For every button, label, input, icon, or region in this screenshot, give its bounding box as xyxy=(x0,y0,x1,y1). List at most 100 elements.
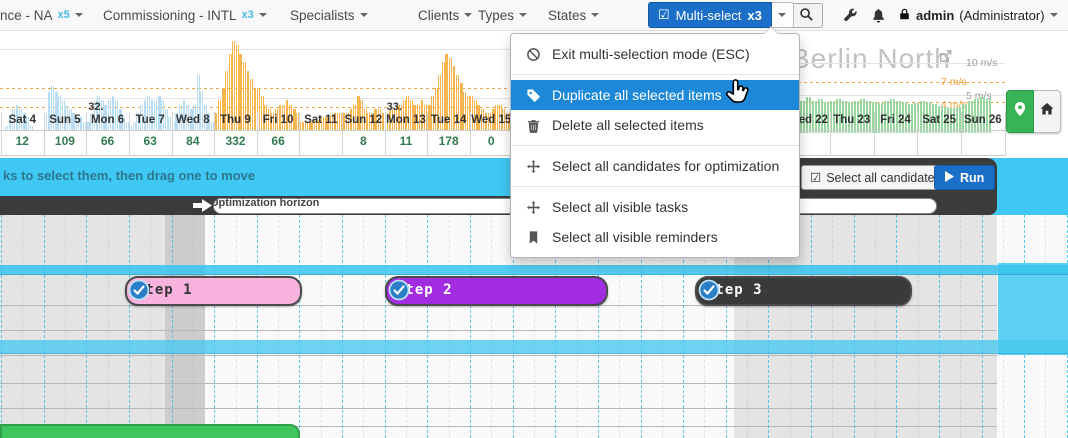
date-label: Mon 6 xyxy=(86,114,129,126)
nav-item-label: Specialists xyxy=(290,8,355,23)
tag-icon xyxy=(526,87,542,103)
day-count: 66 xyxy=(86,134,129,148)
trash-icon xyxy=(526,117,542,133)
week-number: 33. xyxy=(387,101,402,113)
share-icon[interactable] xyxy=(938,49,953,69)
task-bar[interactable]: Step 2 xyxy=(385,276,608,306)
user-name: admin xyxy=(916,8,954,23)
bell-icon[interactable] xyxy=(871,8,886,28)
date-label: Sat 25 xyxy=(917,114,961,126)
wrench-icon[interactable] xyxy=(843,8,858,28)
map-pin-button[interactable] xyxy=(1006,90,1034,133)
grid-vline-day xyxy=(129,215,130,438)
chevron-down-icon xyxy=(778,13,786,17)
date-label: Tue 14 xyxy=(427,114,470,126)
grid-vline-day xyxy=(982,215,983,438)
date-label: Sun 26 xyxy=(961,114,1005,126)
grid-vline-half xyxy=(22,215,23,438)
cell-border xyxy=(214,112,215,156)
menu-item-label: Delete all selected items xyxy=(552,117,704,133)
cell-border xyxy=(1,112,2,156)
past-region xyxy=(0,215,165,438)
menu-item[interactable]: Delete all selected items xyxy=(511,110,799,140)
date-label: Fri 10 xyxy=(257,114,300,126)
chevron-down-icon xyxy=(519,13,527,17)
cell-border xyxy=(427,112,428,156)
task-bar[interactable]: Step 3 xyxy=(695,276,912,306)
date-label: Sun 12 xyxy=(342,114,385,126)
nav-item-states[interactable]: States xyxy=(548,0,599,30)
map-pin-icon xyxy=(1012,101,1028,122)
divider xyxy=(786,130,1005,131)
menu-item[interactable]: Select all visible reminders xyxy=(511,222,799,252)
multi-select-count: x3 xyxy=(747,8,761,23)
task-bar[interactable]: Step 1 xyxy=(125,276,302,306)
day-count: 109 xyxy=(44,134,87,148)
multi-select-button[interactable]: ☑ Multi-select x3 xyxy=(648,2,772,28)
menu-item[interactable]: Exit multi-selection mode (ESC) xyxy=(511,39,799,69)
run-button[interactable]: Run xyxy=(934,165,995,190)
user-menu[interactable]: admin (Administrator) xyxy=(898,0,1058,30)
user-role: (Administrator) xyxy=(959,8,1044,23)
grid-vline-half xyxy=(875,215,876,438)
date-label: Sat 4 xyxy=(1,114,44,126)
nav-item-commissioning-intl[interactable]: Commissioning - INTLx3 xyxy=(103,0,267,30)
grid-vline-half xyxy=(193,215,194,438)
day-count: 12 xyxy=(1,134,44,148)
grid-vline-day xyxy=(854,215,855,438)
grid-vline-half xyxy=(363,215,364,438)
divider xyxy=(0,155,511,156)
optimization-horizon-label: Optimization horizon xyxy=(210,197,319,209)
nav-item-specialists[interactable]: Specialists xyxy=(290,0,368,30)
grid-vline-half xyxy=(832,215,833,438)
nav-item-maintenance-na[interactable]: nce - NA x5 xyxy=(0,0,83,30)
selected-check-badge xyxy=(128,279,150,306)
task-bar-green[interactable] xyxy=(0,424,300,438)
chevron-down-icon xyxy=(591,13,599,17)
grid-vline-day xyxy=(342,215,343,438)
date-label: Fri 24 xyxy=(874,114,918,126)
grid-vline-day xyxy=(470,215,471,438)
nav-item-clients[interactable]: Clients xyxy=(418,0,472,30)
date-label: Wed 15 xyxy=(470,114,513,126)
grid-vline-half xyxy=(65,215,66,438)
menu-item-label: Exit multi-selection mode (ESC) xyxy=(552,46,750,62)
cell-border xyxy=(129,112,130,156)
menu-item[interactable]: Select all candidates for optimization xyxy=(511,151,799,181)
grid-vline-half xyxy=(150,215,151,438)
day-count: 178 xyxy=(427,134,470,148)
grid-vline-half xyxy=(321,215,322,438)
chevron-down-icon xyxy=(259,13,267,17)
grid-vline-half xyxy=(406,215,407,438)
cell-border xyxy=(470,112,471,156)
nav-item-label: Clients xyxy=(418,8,459,23)
menu-item[interactable]: Duplicate all selected items xyxy=(511,80,799,110)
dropdown-menu-list: Exit multi-selection mode (ESC) Duplicate… xyxy=(511,39,799,252)
cell-border xyxy=(961,112,962,156)
nav-item-types[interactable]: Types xyxy=(478,0,527,30)
hint-text: ks to select them, then drag one to move xyxy=(3,168,255,183)
home-button[interactable] xyxy=(1034,90,1061,133)
chevron-down-icon xyxy=(1050,13,1058,17)
search-button[interactable] xyxy=(789,3,823,28)
map-toggle-group xyxy=(1006,90,1061,133)
move-icon xyxy=(526,158,542,174)
chevron-down-icon xyxy=(75,13,83,17)
grid-vline-day xyxy=(172,215,173,438)
multi-select-dropdown: Exit multi-selection mode (ESC) Duplicate… xyxy=(510,33,800,258)
day-count: 332 xyxy=(214,134,257,148)
row-highlight-band xyxy=(0,265,1068,275)
lock-icon xyxy=(898,7,911,24)
multi-select-caret-button[interactable] xyxy=(772,2,794,28)
grid-vline-half xyxy=(960,215,961,438)
play-icon xyxy=(945,171,954,185)
threshold-line-7ms xyxy=(798,82,1005,83)
select-all-candidates-button[interactable]: ☑ Select all candidates xyxy=(801,165,950,190)
nav-item-label: nce - NA xyxy=(0,8,53,23)
menu-item[interactable]: Select all visible tasks xyxy=(511,192,799,222)
top-navbar: nce - NA x5 Commissioning - INTLx3 Speciali… xyxy=(0,0,1068,31)
ban-icon xyxy=(526,46,542,62)
nav-item-count-badge: x5 xyxy=(58,9,70,21)
optimization-horizon-bar: Optimization horizon xyxy=(0,196,997,215)
date-label: Sun 5 xyxy=(44,114,87,126)
